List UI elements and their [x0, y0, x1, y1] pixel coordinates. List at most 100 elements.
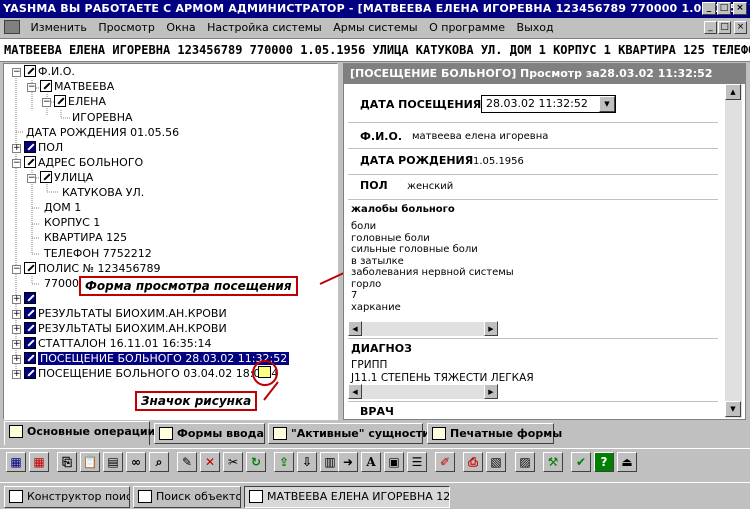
tree-expander[interactable]: +: [12, 325, 21, 334]
tab-input-forms[interactable]: Формы ввода: [154, 423, 265, 444]
tree-node-phone[interactable]: ТЕЛЕФОН 7752212: [44, 246, 152, 261]
diagnosis-list[interactable]: ГРИПП J11.1 СТЕПЕНЬ ТЯЖЕСТИ ЛЕГКАЯ: [351, 359, 534, 385]
scroll-up-icon[interactable]: ▲: [725, 84, 741, 100]
sex-value: женский: [407, 181, 454, 192]
tree-expander[interactable]: −: [12, 68, 21, 77]
diagnosis-hscroll[interactable]: ◀ ▶: [348, 384, 498, 399]
help-icon[interactable]: ?: [594, 452, 614, 472]
cut-icon[interactable]: ✂: [223, 452, 243, 472]
tree-node-visit-selected[interactable]: ПОСЕЩЕНИЕ БОЛЬНОГО 28.03.02 11:32:52: [24, 351, 290, 366]
zoom-icon[interactable]: ⌕: [149, 452, 169, 472]
tree-node-policy[interactable]: ПОЛИС № 123456789: [24, 261, 161, 276]
tools-icon[interactable]: ⚒: [543, 452, 563, 472]
tree-expander[interactable]: −: [12, 159, 21, 168]
close-button[interactable]: ×: [733, 2, 747, 15]
menu-settings[interactable]: Настройка системы: [203, 18, 326, 37]
delete-icon[interactable]: ✕: [200, 452, 220, 472]
tree-node-patronymic[interactable]: ИГОРЕВНА: [72, 110, 133, 125]
complaints-hscroll[interactable]: ◀ ▶: [348, 321, 498, 336]
exit-icon[interactable]: ⏏: [617, 452, 637, 472]
minimize-button[interactable]: _: [702, 2, 716, 15]
menu-view[interactable]: Просмотр: [94, 18, 158, 37]
tree-node-street-name[interactable]: КАТУКОВА УЛ.: [62, 185, 144, 200]
print-icon[interactable]: ⎙: [463, 452, 483, 472]
tree-expander[interactable]: +: [12, 144, 21, 153]
menu-edit[interactable]: Изменить: [27, 18, 91, 37]
form-vscroll[interactable]: ▲ ▼: [725, 84, 742, 418]
font-icon[interactable]: A: [361, 452, 381, 472]
grid-red-icon[interactable]: ▦: [29, 452, 49, 472]
tree-expander[interactable]: +: [12, 310, 21, 319]
tab-main-operations[interactable]: Основные операции: [4, 421, 155, 445]
chart-icon[interactable]: ▨: [515, 452, 535, 472]
menu-arms[interactable]: Армы системы: [329, 18, 421, 37]
visit-date-combo[interactable]: 28.03.02 11:32:52 ▼: [481, 95, 616, 113]
mdi-minimize-button[interactable]: _: [704, 21, 717, 34]
window-icon: [9, 490, 23, 503]
tree-node-surname[interactable]: МАТВЕЕВА: [40, 79, 114, 94]
refresh-icon[interactable]: ↻: [246, 452, 266, 472]
scroll-down-icon[interactable]: ▼: [725, 401, 741, 417]
tree-node-building[interactable]: КОРПУС 1: [44, 215, 100, 230]
tree-expander[interactable]: +: [12, 355, 21, 364]
edit-icon[interactable]: ✎: [177, 452, 197, 472]
tree-node-biochem[interactable]: РЕЗУЛЬТАТЫ БИОХИМ.АН.КРОВИ: [24, 306, 227, 321]
tree-expander[interactable]: +: [12, 370, 21, 379]
tree-node-name[interactable]: ЕЛЕНА: [54, 94, 106, 109]
menu-windows[interactable]: Окна: [162, 18, 199, 37]
tree-node-address[interactable]: АДРЕС БОЛЬНОГО: [24, 155, 143, 170]
doctor-label: ВРАЧ: [360, 405, 394, 418]
task-object-search[interactable]: Поиск объектов: [133, 486, 241, 508]
binoculars-icon[interactable]: ∞: [126, 452, 146, 472]
table-icon[interactable]: ▥: [320, 452, 340, 472]
dropdown-arrow-icon[interactable]: ▼: [599, 96, 615, 112]
menu-about[interactable]: О программе: [425, 18, 509, 37]
tab-active-entities[interactable]: "Активные" сущности: [268, 423, 430, 444]
scroll-left-icon[interactable]: ◀: [348, 384, 362, 399]
tree-node-street[interactable]: УЛИЦА: [40, 170, 93, 185]
patient-tree[interactable]: − Ф.И.О. − МАТВЕЕВА − ЕЛЕНА ИГОРЕВНА ДАТ…: [3, 63, 338, 420]
tree-node-fio[interactable]: Ф.И.О.: [24, 64, 75, 79]
tree-expander[interactable]: −: [12, 265, 21, 274]
tree-expander[interactable]: −: [27, 83, 36, 92]
list-icon[interactable]: ☰: [407, 452, 427, 472]
check-icon[interactable]: ✔: [571, 452, 591, 472]
copy-icon[interactable]: ⎘: [57, 452, 77, 472]
maximize-button[interactable]: □: [717, 2, 731, 15]
tree-node-visit[interactable]: ПОСЕЩЕНИЕ БОЛЬНОГО 03.04.02 18:09:4: [24, 366, 278, 381]
tree-node-sex[interactable]: ПОЛ: [24, 140, 63, 155]
arrow-icon[interactable]: ➜: [338, 452, 358, 472]
tree-node-house[interactable]: ДОМ 1: [44, 200, 81, 215]
tree-expander[interactable]: +: [12, 295, 21, 304]
tree-expander[interactable]: +: [12, 340, 21, 349]
scroll-right-icon[interactable]: ▶: [484, 321, 498, 336]
menu-exit[interactable]: Выход: [513, 18, 558, 37]
clipboard-icon[interactable]: ▤: [103, 452, 123, 472]
picture-icon[interactable]: [258, 366, 271, 378]
mdi-close-button[interactable]: ×: [734, 21, 747, 34]
form-icon[interactable]: ▣: [384, 452, 404, 472]
paste-icon[interactable]: 📋: [80, 452, 100, 472]
task-patient[interactable]: МАТВЕЕВА ЕЛЕНА ИГОРЕВНА 1234...: [244, 486, 450, 508]
visit-date-label: ДАТА ПОСЕЩЕНИЯ: [360, 98, 482, 111]
complaints-list[interactable]: боли головные боли сильные головные боли…: [351, 221, 514, 313]
report-icon[interactable]: ▧: [486, 452, 506, 472]
tree-node-stat[interactable]: СТАТТАЛОН 16.11.01 16:35:14: [24, 336, 211, 351]
tab-print-forms[interactable]: Печатные формы: [427, 423, 562, 444]
tree-node-birthdate[interactable]: ДАТА РОЖДЕНИЯ 01.05.56: [26, 125, 179, 140]
tree-node-apartment[interactable]: КВАРТИРА 125: [44, 230, 127, 245]
list-item: боли: [351, 221, 377, 232]
export-icon[interactable]: ⇪: [274, 452, 294, 472]
tree-node-biochem[interactable]: РЕЗУЛЬТАТЫ БИОХИМ.АН.КРОВИ: [24, 321, 227, 336]
pencil-icon[interactable]: ✐: [435, 452, 455, 472]
import-icon[interactable]: ⇩: [297, 452, 317, 472]
task-search-builder[interactable]: Конструктор поиска: [4, 486, 130, 508]
scroll-left-icon[interactable]: ◀: [348, 321, 362, 336]
tree-expander[interactable]: −: [42, 98, 51, 107]
tree-node-empty[interactable]: [24, 291, 38, 306]
mdi-maximize-button[interactable]: □: [718, 21, 731, 34]
scroll-right-icon[interactable]: ▶: [484, 384, 498, 399]
app-icon[interactable]: [4, 20, 20, 34]
tree-expander[interactable]: −: [27, 174, 36, 183]
grid-icon[interactable]: ▦: [6, 452, 26, 472]
